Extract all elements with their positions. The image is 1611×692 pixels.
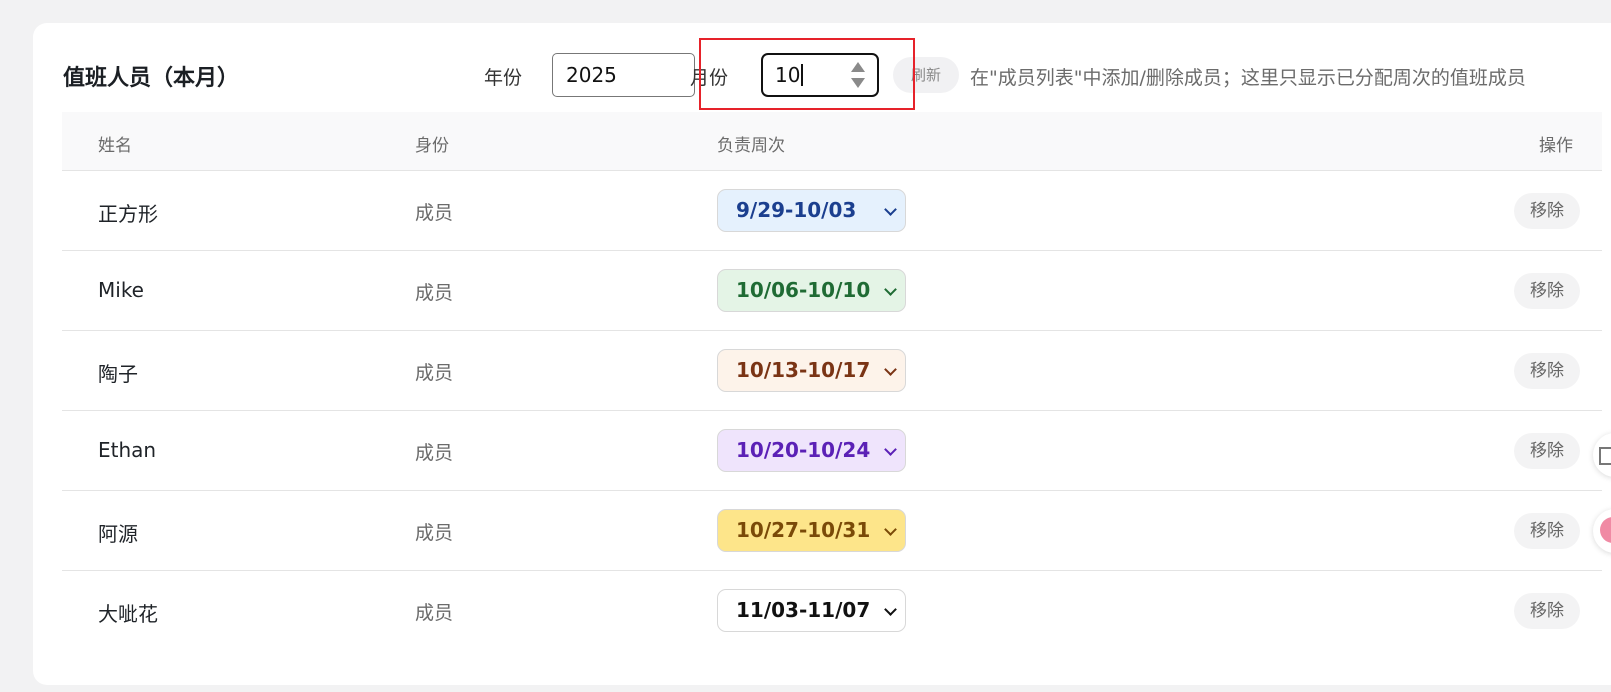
member-role: 成员 — [415, 202, 454, 224]
chevron-down-icon — [884, 203, 897, 216]
member-role: 成员 — [415, 602, 454, 624]
member-name: 阿源 — [98, 522, 138, 546]
member-role: 成员 — [415, 522, 454, 544]
remove-button[interactable]: 移除 — [1514, 193, 1580, 229]
table-row: 阿源 成员 10/27-10/31 移除 — [62, 491, 1602, 571]
week-value: 9/29-10/03 — [736, 198, 857, 222]
column-header-role: 身份 — [415, 136, 449, 156]
highlight-box — [699, 38, 915, 110]
chevron-down-icon — [884, 443, 897, 456]
remove-button[interactable]: 移除 — [1514, 353, 1580, 389]
duty-card: 值班人员（本月） 年份 2025 月份 10 刷新 在"成员列表"中添加/删除成… — [33, 23, 1611, 685]
chevron-down-icon — [884, 283, 897, 296]
remove-button[interactable]: 移除 — [1514, 513, 1580, 549]
member-name: Ethan — [98, 438, 157, 462]
table-header: 姓名 身份 负责周次 操作 — [62, 112, 1602, 171]
remove-button[interactable]: 移除 — [1514, 273, 1580, 309]
remove-button[interactable]: 移除 — [1514, 593, 1580, 629]
table-row: Mike 成员 10/06-10/10 移除 — [62, 251, 1602, 331]
table-row: 正方形 成员 9/29-10/03 移除 — [62, 171, 1602, 251]
chevron-down-icon — [884, 523, 897, 536]
member-role: 成员 — [415, 362, 454, 384]
column-header-action: 操作 — [1539, 136, 1573, 156]
week-value: 10/27-10/31 — [736, 518, 871, 542]
week-select[interactable]: 10/20-10/24 — [717, 429, 906, 472]
week-select[interactable]: 10/06-10/10 — [717, 269, 906, 312]
week-select[interactable]: 10/13-10/17 — [717, 349, 906, 392]
chevron-down-icon — [884, 363, 897, 376]
year-input[interactable]: 2025 — [552, 53, 695, 97]
year-label: 年份 — [484, 67, 523, 89]
member-name: 正方形 — [98, 202, 158, 226]
week-select[interactable]: 10/27-10/31 — [717, 509, 906, 552]
table-row: Ethan 成员 10/20-10/24 移除 — [62, 411, 1602, 491]
hint-text: 在"成员列表"中添加/删除成员；这里只显示已分配周次的值班成员 — [970, 67, 1526, 89]
column-header-week: 负责周次 — [717, 136, 785, 156]
member-name: 陶子 — [98, 362, 138, 386]
week-select[interactable]: 11/03-11/07 — [717, 589, 906, 632]
week-value: 10/20-10/24 — [736, 438, 871, 462]
week-select[interactable]: 9/29-10/03 — [717, 189, 906, 232]
chevron-down-icon — [884, 603, 897, 616]
member-role: 成员 — [415, 442, 454, 464]
member-role: 成员 — [415, 282, 454, 304]
member-name: 大呲花 — [98, 602, 158, 626]
table-row: 陶子 成员 10/13-10/17 移除 — [62, 331, 1602, 411]
page-title: 值班人员（本月） — [63, 66, 240, 91]
year-value: 2025 — [566, 63, 617, 87]
column-header-name: 姓名 — [98, 136, 132, 156]
week-value: 10/13-10/17 — [736, 358, 871, 382]
table-row: 大呲花 成员 11/03-11/07 移除 — [62, 571, 1602, 651]
week-value: 10/06-10/10 — [736, 278, 871, 302]
remove-button[interactable]: 移除 — [1514, 433, 1580, 469]
member-name: Mike — [98, 278, 144, 302]
week-value: 11/03-11/07 — [736, 598, 871, 622]
